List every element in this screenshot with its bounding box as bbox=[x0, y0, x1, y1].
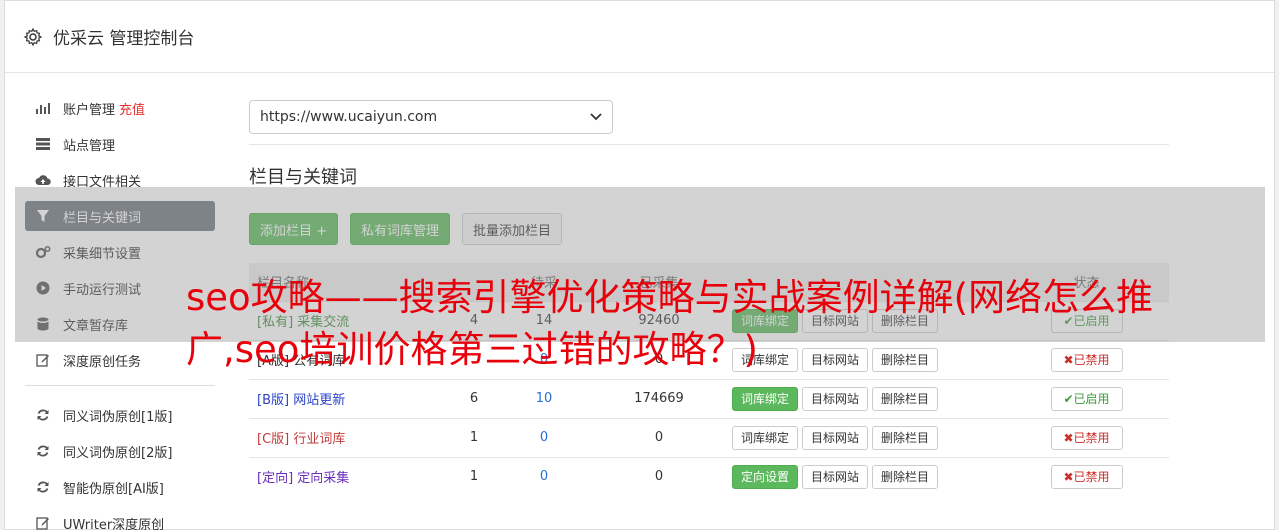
status-label: 已禁用 bbox=[1073, 470, 1110, 485]
bar-chart-icon bbox=[35, 100, 51, 116]
site-select-value: https://www.ucaiyun.com bbox=[260, 109, 438, 125]
divider bbox=[249, 144, 1169, 145]
refresh-icon bbox=[35, 479, 51, 495]
app-title: 优采云 管理控制台 bbox=[53, 29, 195, 49]
sidebar-divider bbox=[25, 385, 215, 386]
status-toggle[interactable]: ✖ 已禁用 bbox=[1050, 425, 1123, 450]
server-icon bbox=[35, 136, 51, 152]
pending-cell[interactable]: 0 bbox=[494, 417, 594, 457]
count-cell-1: 6 bbox=[454, 378, 494, 418]
count-cell-1: 1 bbox=[454, 456, 494, 496]
delete-column-button[interactable]: 删除栏目 bbox=[872, 425, 939, 450]
target-site-button[interactable]: 目标网站 bbox=[802, 425, 869, 450]
refresh-icon bbox=[35, 443, 51, 459]
sidebar-item-label: 站点管理 bbox=[63, 138, 116, 154]
section-title: 栏目与关键词 bbox=[249, 167, 357, 188]
site-select[interactable]: https://www.ucaiyun.com bbox=[249, 100, 613, 134]
bind-lib-button[interactable]: 定向设置 bbox=[732, 464, 799, 489]
sidebar-item-ai-rewrite[interactable]: 智能伪原创[AI版] bbox=[25, 472, 215, 502]
sidebar-item-label: 同义词伪原创[2版] bbox=[63, 445, 173, 461]
target-site-button[interactable]: 目标网站 bbox=[802, 464, 869, 489]
collected-cell: 174669 bbox=[594, 378, 724, 418]
edit-icon bbox=[35, 352, 51, 368]
sidebar-item-label: 深度原创任务 bbox=[63, 354, 142, 370]
column-name-link[interactable]: 行业词库 bbox=[293, 432, 345, 447]
edit-icon bbox=[35, 515, 51, 530]
sidebar-item-sites[interactable]: 站点管理 bbox=[25, 129, 215, 159]
count-cell-1: 1 bbox=[454, 417, 494, 457]
status-cell: ✖ 已禁用 bbox=[1004, 456, 1169, 496]
column-tag: [定向] bbox=[257, 471, 294, 487]
status-toggle[interactable]: ✔ 已启用 bbox=[1050, 386, 1123, 411]
app-header: 优采云 管理控制台 bbox=[5, 1, 1274, 73]
delete-column-button[interactable]: 删除栏目 bbox=[872, 386, 939, 411]
status-label: 已禁用 bbox=[1073, 431, 1110, 445]
status-cell: ✔ 已启用 bbox=[1004, 378, 1169, 418]
bind-lib-button[interactable]: 词库绑定 bbox=[732, 425, 799, 450]
cloud-upload-icon bbox=[35, 172, 51, 188]
delete-column-button[interactable]: 删除栏目 bbox=[872, 464, 939, 489]
collected-cell: 0 bbox=[594, 456, 724, 496]
close-icon: ✖ bbox=[1063, 430, 1074, 445]
recharge-link[interactable]: 充值 bbox=[119, 99, 145, 118]
actions-cell: 词库绑定 目标网站 删除栏目 bbox=[724, 417, 1004, 457]
actions-cell: 词库绑定 目标网站 删除栏目 bbox=[724, 378, 1004, 418]
pending-cell[interactable]: 0 bbox=[494, 456, 594, 496]
sidebar-item-synonym-v2[interactable]: 同义词伪原创[2版] bbox=[25, 436, 215, 466]
status-label: 已启用 bbox=[1073, 392, 1110, 406]
column-tag: [C版] bbox=[257, 432, 290, 447]
close-icon: ✖ bbox=[1063, 469, 1074, 484]
sidebar-item-label: 同义词伪原创[1版] bbox=[63, 409, 173, 425]
column-name-cell: [B版] 网站更新 bbox=[249, 378, 454, 418]
chevron-down-icon bbox=[590, 113, 602, 121]
table-row: [B版] 网站更新 6 10 174669 词库绑定 目标网站 删除栏目 ✔ 已启用 bbox=[249, 378, 1169, 418]
table-row: [C版] 行业词库 1 0 0 词库绑定 目标网站 删除栏目 ✖ 已禁用 bbox=[249, 417, 1169, 457]
check-icon: ✔ bbox=[1063, 391, 1074, 406]
column-name-link[interactable]: 网站更新 bbox=[293, 393, 345, 408]
sidebar-item-uwriter[interactable]: UWriter深度原创 bbox=[25, 508, 215, 530]
pending-cell[interactable]: 10 bbox=[494, 378, 594, 418]
target-site-button[interactable]: 目标网站 bbox=[802, 386, 869, 411]
column-name-cell: [C版] 行业词库 bbox=[249, 417, 454, 457]
sidebar-item-account[interactable]: 账户管理 充值 bbox=[25, 93, 215, 123]
bind-lib-button[interactable]: 词库绑定 bbox=[732, 386, 799, 411]
column-name-link[interactable]: 定向采集 bbox=[297, 471, 349, 486]
actions-cell: 定向设置 目标网站 删除栏目 bbox=[724, 456, 1004, 496]
table-row: [定向] 定向采集 1 0 0 定向设置 目标网站 删除栏目 ✖ 已禁用 bbox=[249, 456, 1169, 496]
collected-cell: 0 bbox=[594, 417, 724, 457]
status-toggle[interactable]: ✖ 已禁用 bbox=[1050, 464, 1123, 489]
sidebar-item-label: UWriter深度原创 bbox=[63, 517, 165, 530]
sidebar-item-label: 账户管理 bbox=[63, 102, 116, 118]
refresh-icon bbox=[35, 407, 51, 423]
sidebar-item-synonym-v1[interactable]: 同义词伪原创[1版] bbox=[25, 400, 215, 430]
column-tag: [B版] bbox=[257, 393, 290, 408]
column-name-cell: [定向] 定向采集 bbox=[249, 456, 454, 496]
sidebar-item-label: 智能伪原创[AI版] bbox=[63, 481, 164, 497]
overlay-headline: seo攻略——搜索引擎优化策略与实战案例详解(网络怎么推广,seo培训价格第三过… bbox=[186, 276, 1154, 371]
gear-icon bbox=[23, 27, 43, 46]
status-cell: ✖ 已禁用 bbox=[1004, 417, 1169, 457]
